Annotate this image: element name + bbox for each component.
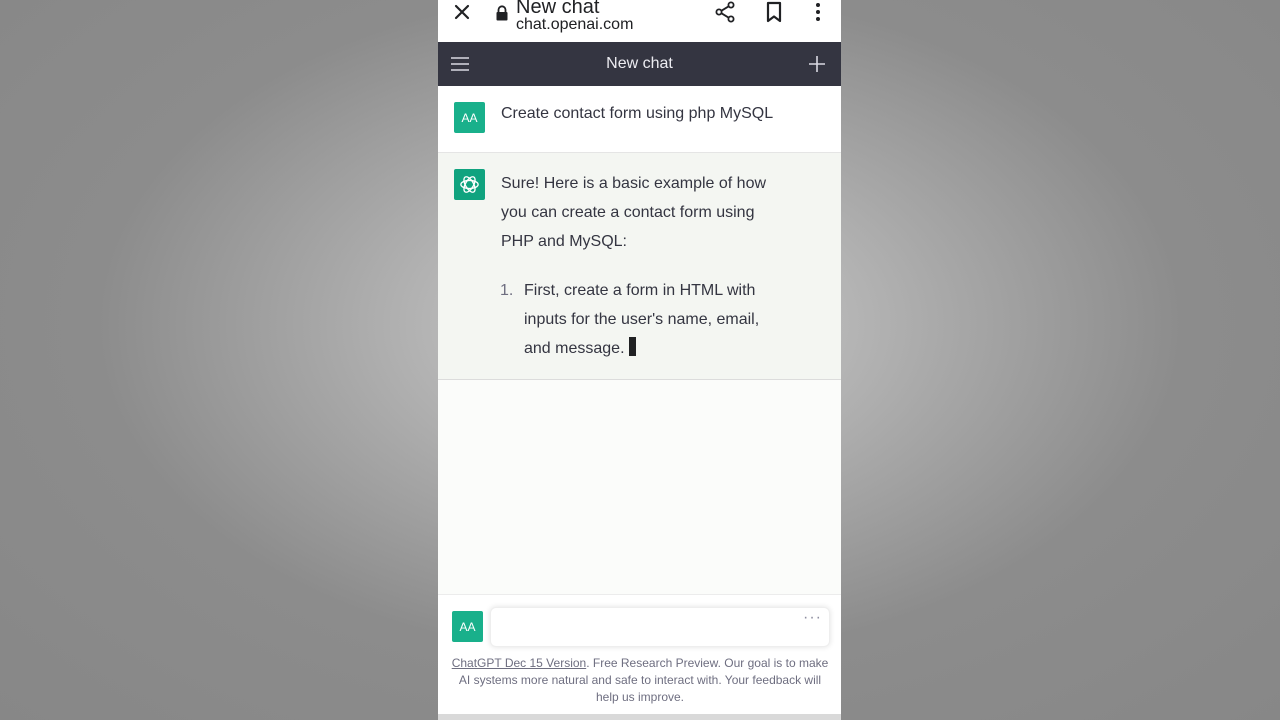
list-item-text-content: First, create a form in HTML with inputs… bbox=[524, 282, 760, 357]
app-header: New chat bbox=[438, 42, 841, 86]
bottom-divider bbox=[438, 714, 841, 720]
bookmark-icon[interactable] bbox=[763, 1, 785, 23]
close-icon bbox=[454, 4, 470, 20]
browser-url[interactable]: chat.openai.com bbox=[516, 16, 633, 34]
openai-logo-icon bbox=[460, 176, 479, 193]
close-tab-button[interactable] bbox=[452, 2, 472, 22]
lock-icon bbox=[496, 5, 508, 21]
loading-indicator: ··· bbox=[803, 609, 822, 626]
typing-cursor bbox=[628, 337, 636, 356]
assistant-avatar bbox=[454, 169, 485, 200]
composer-area: AA ··· ChatGPT Dec 15 Version. Free Rese… bbox=[438, 594, 841, 720]
plus-icon[interactable] bbox=[807, 54, 827, 74]
user-message-text: Create contact form using php MySQL bbox=[501, 105, 774, 122]
prompt-input[interactable] bbox=[490, 607, 830, 647]
phone-screen: New chat chat.openai.com New chat AA Cre… bbox=[438, 0, 841, 720]
assistant-message: Sure! Here is a basic example of how you… bbox=[438, 153, 841, 380]
share-icon[interactable] bbox=[714, 1, 736, 23]
browser-toolbar: New chat chat.openai.com bbox=[438, 0, 841, 42]
list-item-number: 1. bbox=[500, 282, 514, 299]
composer-user-avatar: AA bbox=[452, 611, 483, 642]
assistant-intro-text: Sure! Here is a basic example of how you… bbox=[501, 175, 767, 250]
more-vert-icon[interactable] bbox=[809, 1, 827, 23]
user-avatar: AA bbox=[454, 102, 485, 133]
user-message: AA Create contact form using php MySQL bbox=[438, 86, 841, 153]
footer-note: ChatGPT Dec 15 Version. Free Research Pr… bbox=[450, 655, 830, 706]
version-link[interactable]: ChatGPT Dec 15 Version bbox=[452, 656, 587, 670]
list-item-text: First, create a form in HTML with inputs… bbox=[524, 276, 784, 363]
header-title: New chat bbox=[606, 55, 673, 72]
